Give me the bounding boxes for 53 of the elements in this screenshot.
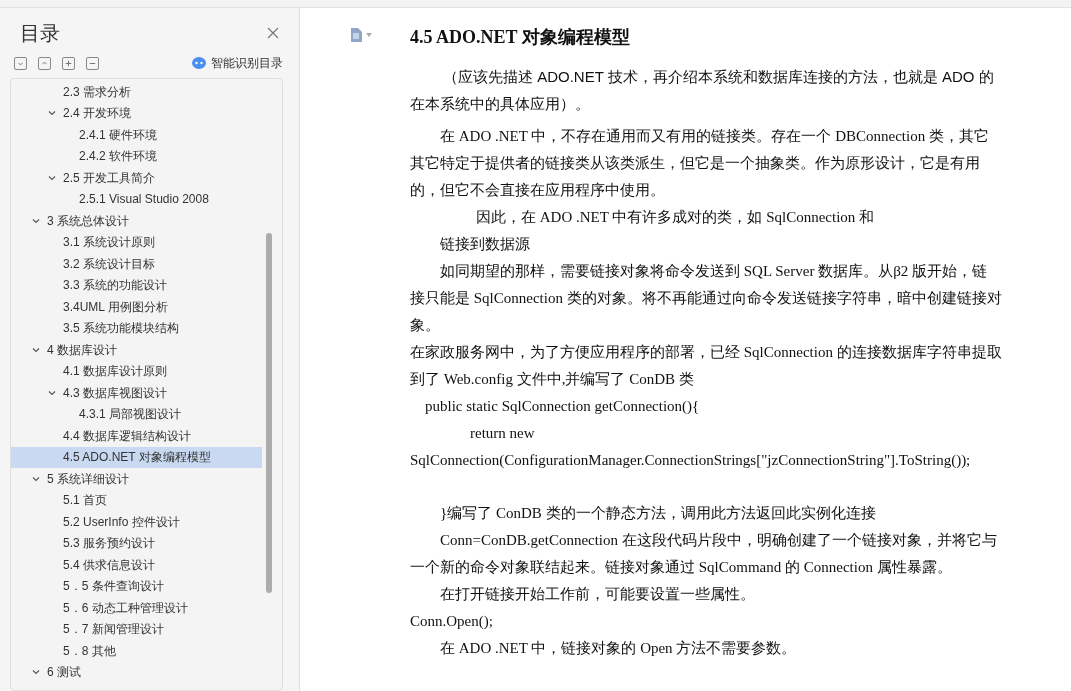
sidebar-title: 目录 xyxy=(20,21,60,46)
paragraph: Conn=ConDB.getConnection 在这段代码片段中，明确创建了一个链接对象，并将它与一个新的命令对象联结起来。链接对象通过 SqlCommand 的 Connection 属性暴露。 xyxy=(410,531,998,577)
paragraph: public static SqlConnection getConnection(){ xyxy=(424,397,701,416)
scrollbar-thumb[interactable] xyxy=(266,233,272,593)
toc-item[interactable]: 3.5 系统功能模块结构 xyxy=(11,317,262,339)
toc-item[interactable]: 3.4UML 用例图分析 xyxy=(11,296,262,318)
toc-item[interactable]: 4 数据库设计 xyxy=(11,339,262,361)
toc-item[interactable]: 6 测试 xyxy=(11,661,262,683)
robot-icon xyxy=(192,57,206,69)
paragraph: 因此，在 ADO .NET 中有许多成对的类，如 SqlConnection 和 xyxy=(475,208,876,227)
chevron-down-icon[interactable] xyxy=(14,56,27,70)
page-icon[interactable] xyxy=(350,28,362,42)
close-icon[interactable] xyxy=(267,27,279,39)
toc-item[interactable]: 5．8 其他 xyxy=(11,640,262,662)
paragraph: 链接到数据源 xyxy=(439,235,531,254)
toc-item[interactable]: 4.4 数据库逻辑结构设计 xyxy=(11,425,262,447)
minus-icon[interactable] xyxy=(86,56,99,70)
paragraph: 在 ADO .NET 中，链接对象的 Open 方法不需要参数。 xyxy=(439,639,798,658)
toc-item[interactable]: 2.3 需求分析 xyxy=(11,81,262,103)
toc-item[interactable]: 5.2 UserInfo 控件设计 xyxy=(11,511,262,533)
paragraph: }编写了 ConDB 类的一个静态方法，调用此方法返回此实例化连接 xyxy=(439,504,877,523)
toc-item[interactable]: 4.5 ADO.NET 对象编程模型 xyxy=(11,446,262,468)
toc-item[interactable]: 5．6 动态工种管理设计 xyxy=(11,597,262,619)
toc-item[interactable]: 2.5.1 Visual Studio 2008 xyxy=(11,188,262,210)
toc-item[interactable]: 5.4 供求信息设计 xyxy=(11,554,262,576)
paragraph: SqlConnection(ConfigurationManager.ConnectionStrings["jzConnectionString"].ToString()); xyxy=(410,451,972,470)
toc-item[interactable]: 5.1 首页 xyxy=(11,489,262,511)
toc-item[interactable]: 2.4.1 硬件环境 xyxy=(11,124,262,146)
paragraph: return new xyxy=(469,424,536,443)
toc-item[interactable]: 3.3 系统的功能设计 xyxy=(11,274,262,296)
toc-item[interactable]: 5．5 条件查询设计 xyxy=(11,575,262,597)
paragraph: Conn.Open(); xyxy=(410,612,494,631)
paragraph: 在打开链接开始工作前，可能要设置一些属性。 xyxy=(439,585,756,604)
plus-icon[interactable] xyxy=(62,56,75,70)
toc-item[interactable]: 4.3.1 局部视图设计 xyxy=(11,403,262,425)
toc-item[interactable]: 5.3 服务预约设计 xyxy=(11,532,262,554)
paragraph: 如同期望的那样，需要链接对象将命令发送到 SQL Server 数据库。从β2 版开始，链接只能是 SqlConnection 类的对象。将不再能通过向命令发送链接字符串，暗中创建链接对象。 xyxy=(410,262,1002,335)
toc-item[interactable]: 4.3 数据库视图设计 xyxy=(11,382,262,404)
toc-item[interactable]: 5 系统详细设计 xyxy=(11,468,262,490)
toc-item[interactable]: 4.1 数据库设计原则 xyxy=(11,360,262,382)
toc-item[interactable]: 5．7 新闻管理设计 xyxy=(11,618,262,640)
toc-item[interactable]: 2.4.2 软件环境 xyxy=(11,145,262,167)
toc-item[interactable]: 2.4 开发环境 xyxy=(11,102,262,124)
toc-item[interactable]: 3 系统总体设计 xyxy=(11,210,262,232)
smart-toc-button[interactable]: 智能识别目录 xyxy=(192,54,283,72)
chevron-up-icon[interactable] xyxy=(38,56,51,70)
toc-item[interactable]: 3.1 系统设计原则 xyxy=(11,231,262,253)
section-heading: 4.5 ADO.NET 对象编程模型 xyxy=(410,26,631,49)
toc-item[interactable]: 2.5 开发工具简介 xyxy=(11,167,262,189)
caret-icon[interactable] xyxy=(366,33,372,37)
paragraph: 在 ADO .NET 中，不存在通用而又有用的链接类。存在一个 DBConnection 类，其它其它特定于提供者的链接类从该类派生，但它是一个抽象类。作为原形设计，它是有用的，但它不会直接在应用程序中使用。 xyxy=(410,127,990,200)
paragraph: （应该先描述 ADO.NET 技术，再介绍本系统和数据库连接的方法，也就是 ADO 的在本系统中的具体应用）。 xyxy=(410,67,995,114)
toc-item[interactable]: 3.2 系统设计目标 xyxy=(11,253,262,275)
